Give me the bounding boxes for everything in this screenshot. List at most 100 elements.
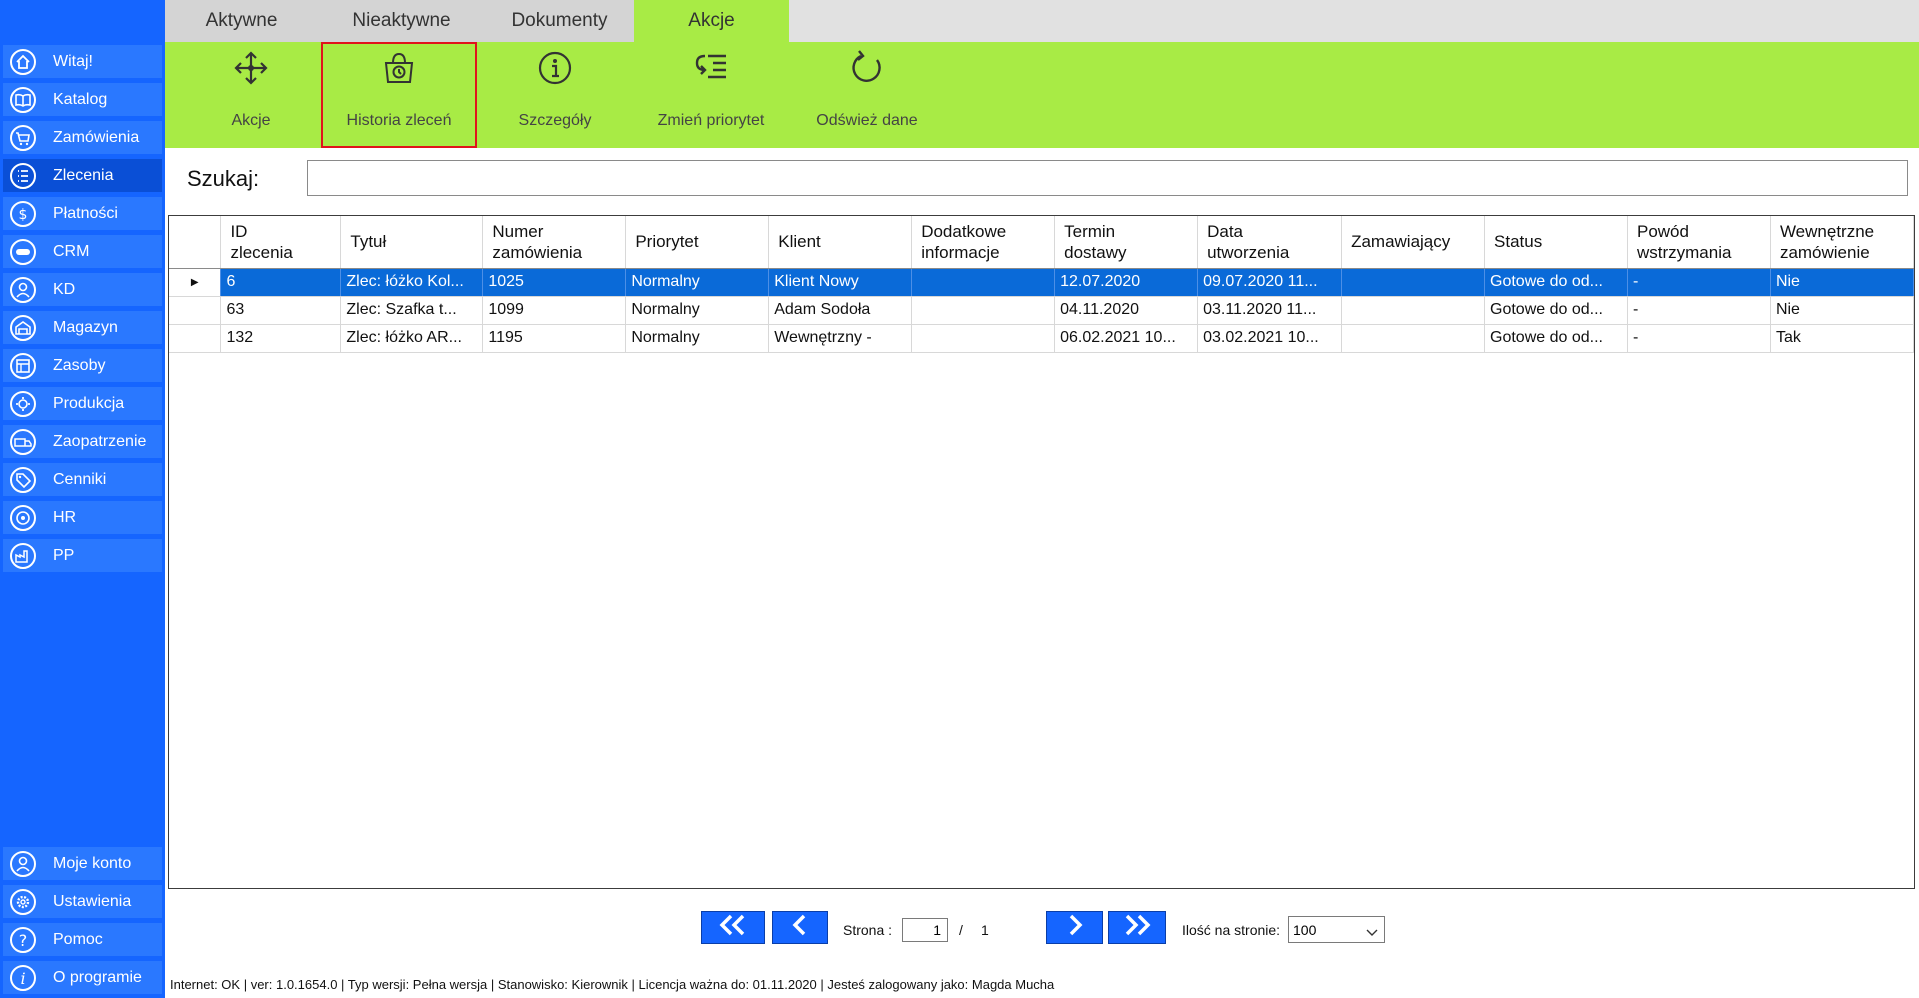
table-cell[interactable]: 1099 — [482, 296, 627, 325]
table-cell[interactable] — [911, 324, 1056, 353]
table-cell[interactable]: Tak — [1770, 324, 1915, 353]
tab-aktywne[interactable]: Aktywne — [165, 0, 318, 42]
table-cell[interactable]: Nie — [1770, 296, 1915, 325]
sidebar-item-zlecenia[interactable]: Zlecenia — [3, 159, 162, 192]
per-page-select[interactable]: 100 — [1288, 916, 1385, 943]
zmien-priorytet-button[interactable]: Zmień priorytet — [633, 42, 789, 148]
sidebar-item-pomoc[interactable]: ? Pomoc — [3, 923, 162, 956]
table-cell[interactable]: Nie — [1770, 268, 1915, 297]
table-cell[interactable]: 12.07.2020 — [1054, 268, 1199, 297]
table-cell[interactable] — [911, 268, 1056, 297]
table-cell[interactable]: 6 — [220, 268, 342, 297]
table-cell[interactable]: Zlec: łóżko AR... — [340, 324, 484, 353]
sidebar-item-label: Witaj! — [53, 52, 93, 70]
table-row[interactable]: ▶ 6 Zlec: łóżko Kol... 1025 Normalny Kli… — [169, 268, 1915, 297]
double-chevron-left-icon — [713, 913, 753, 942]
column-header-termin[interactable]: Termin dostawy — [1054, 216, 1199, 269]
column-header-line: Status — [1494, 232, 1543, 252]
table-cell[interactable]: Normalny — [625, 324, 770, 353]
table-cell[interactable] — [911, 296, 1056, 325]
sidebar-item-zaopatrzenie[interactable]: Zaopatrzenie — [3, 425, 162, 458]
sidebar-item-witaj[interactable]: Witaj! — [3, 45, 162, 78]
column-header-wewnetrzne[interactable]: Wewnętrzne zamówienie — [1770, 216, 1915, 269]
page-number-input[interactable] — [902, 918, 948, 942]
column-header-dodatkowe[interactable]: Dodatkowe informacje — [911, 216, 1056, 269]
sidebar-item-cenniki[interactable]: Cenniki — [3, 463, 162, 496]
sidebar-item-magazyn[interactable]: Magazyn — [3, 311, 162, 344]
table-row[interactable]: 132 Zlec: łóżko AR... 1195 Normalny Wewn… — [169, 324, 1915, 353]
table-cell[interactable]: 03.11.2020 11... — [1197, 296, 1343, 325]
table-cell[interactable] — [1341, 296, 1486, 325]
sidebar-item-hr[interactable]: HR — [3, 501, 162, 534]
column-header-zamawiajacy[interactable]: Zamawiający — [1341, 216, 1486, 269]
sidebar-item-pp[interactable]: PP — [3, 539, 162, 572]
column-header-powod[interactable]: Powód wstrzymania — [1627, 216, 1771, 269]
first-page-button[interactable] — [701, 911, 765, 944]
sidebar-item-produkcja[interactable]: Produkcja — [3, 387, 162, 420]
table-cell[interactable]: Normalny — [625, 296, 770, 325]
column-header-data[interactable]: Data utworzenia — [1197, 216, 1343, 269]
total-pages: 1 — [981, 922, 989, 938]
historia-zlecen-button[interactable]: Historia zleceń — [321, 42, 477, 148]
column-header-tytul[interactable]: Tytuł — [340, 216, 484, 269]
table-cell[interactable]: 04.11.2020 — [1054, 296, 1199, 325]
sidebar-item-moje-konto[interactable]: Moje konto — [3, 847, 162, 880]
sidebar-item-platnosci[interactable]: $ Płatności — [3, 197, 162, 230]
table-cell[interactable]: Zlec: Szafka t... — [340, 296, 484, 325]
sidebar-item-zasoby[interactable]: Zasoby — [3, 349, 162, 382]
column-header-priorytet[interactable]: Priorytet — [625, 216, 770, 269]
tab-akcje[interactable]: Akcje — [634, 0, 789, 42]
table-cell[interactable]: 06.02.2021 10... — [1054, 324, 1199, 353]
sidebar-item-kd[interactable]: KD — [3, 273, 162, 306]
chevron-left-icon — [780, 913, 820, 942]
table-cell[interactable]: 1025 — [482, 268, 627, 297]
szczegoly-button[interactable]: Szczegóły — [477, 42, 633, 148]
sidebar-item-label: Magazyn — [53, 318, 118, 336]
sidebar-item-katalog[interactable]: Katalog — [3, 83, 162, 116]
column-header-id[interactable]: ID zlecenia — [220, 216, 342, 269]
sidebar-item-ustawienia[interactable]: Ustawienia — [3, 885, 162, 918]
row-selector[interactable] — [169, 324, 222, 353]
sidebar-item-label: Katalog — [53, 90, 108, 108]
search-input[interactable] — [307, 160, 1908, 196]
column-header-line: wstrzymania — [1636, 242, 1732, 262]
table-cell[interactable]: 63 — [220, 296, 342, 325]
table-cell[interactable]: Normalny — [625, 268, 770, 297]
column-header-klient[interactable]: Klient — [768, 216, 913, 269]
sidebar-item-crm[interactable]: CRM — [3, 235, 162, 268]
table-cell[interactable]: - — [1627, 268, 1771, 297]
odswiez-dane-button[interactable]: Odśwież dane — [789, 42, 945, 148]
table-cell[interactable]: Wewnętrzny - — [768, 324, 913, 353]
column-header-line: Powód — [1636, 221, 1689, 241]
crm-icon — [9, 238, 37, 266]
table-cell[interactable]: 09.07.2020 11... — [1197, 268, 1343, 297]
table-cell[interactable]: - — [1627, 324, 1771, 353]
table-cell[interactable]: Klient Nowy — [768, 268, 913, 297]
sidebar-item-zamowienia[interactable]: Zamówienia — [3, 121, 162, 154]
table-cell[interactable]: Gotowe do od... — [1484, 268, 1628, 297]
table-cell[interactable]: Zlec: łóżko Kol... — [340, 268, 484, 297]
info-circle-icon — [477, 48, 633, 88]
table-cell[interactable]: 03.02.2021 10... — [1197, 324, 1343, 353]
sidebar-item-o-programie[interactable]: i O programie — [3, 961, 162, 994]
table-cell[interactable] — [1341, 324, 1486, 353]
table-cell[interactable]: Adam Sodoła — [768, 296, 913, 325]
table-cell[interactable]: 1195 — [482, 324, 627, 353]
column-header-status[interactable]: Status — [1484, 216, 1628, 269]
table-cell[interactable]: 132 — [220, 324, 342, 353]
akcje-button[interactable]: Akcje — [173, 42, 329, 148]
table-cell[interactable]: Gotowe do od... — [1484, 296, 1628, 325]
row-selector[interactable] — [169, 296, 222, 325]
previous-page-button[interactable] — [772, 911, 828, 944]
table-cell[interactable]: Gotowe do od... — [1484, 324, 1628, 353]
next-page-button[interactable] — [1046, 911, 1103, 944]
tab-nieaktywne[interactable]: Nieaktywne — [318, 0, 485, 42]
table-cell[interactable] — [1341, 268, 1486, 297]
table-cell[interactable]: - — [1627, 296, 1771, 325]
tab-dokumenty[interactable]: Dokumenty — [485, 0, 634, 42]
last-page-button[interactable] — [1108, 911, 1166, 944]
row-selector[interactable]: ▶ — [169, 268, 222, 297]
column-header-line: Klient — [778, 232, 821, 252]
table-row[interactable]: 63 Zlec: Szafka t... 1099 Normalny Adam … — [169, 296, 1915, 325]
column-header-numer[interactable]: Numer zamówienia — [482, 216, 627, 269]
